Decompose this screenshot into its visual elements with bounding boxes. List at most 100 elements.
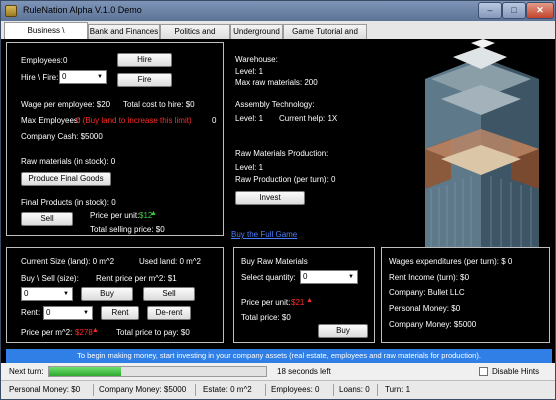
raw-price-value: $21 <box>291 298 305 307</box>
max-employees-hint: 0 (Buy land to increase this limit) <box>76 116 192 125</box>
tab-strip: Business \ Investments Bank and Finances… <box>1 21 555 50</box>
company-cash-text: Company Cash: $5000 <box>21 132 103 141</box>
assembly-heading: Assembly Technology: <box>235 100 315 109</box>
buy-full-game-link[interactable]: Buy the Full Game <box>231 230 297 239</box>
employees-value: 0 <box>63 56 68 65</box>
buy-sell-size-label: Buy \ Sell (size): <box>21 274 79 283</box>
land-current-size: Current Size (land): 0 m^2 <box>21 257 115 266</box>
finance-panel: Wages expenditures (per turn): $ 0 Rent … <box>381 247 550 343</box>
wage-text: Wage per employee: $20 <box>21 100 111 109</box>
raw-total-price: Total price: $0 <box>241 313 291 322</box>
land-used: Used land: 0 m^2 <box>139 257 202 266</box>
total-price-to-pay: Total price to pay: $0 <box>116 328 190 337</box>
status-turn: Turn: 1 <box>385 385 411 394</box>
assembly-current-help: Current help: 1X <box>279 114 338 123</box>
status-employees: Employees: 0 <box>271 385 320 394</box>
turn-progress-bar <box>48 366 267 377</box>
price-up-arrow-icon: ▲ <box>150 210 157 217</box>
employees-label: Employees: <box>21 56 63 65</box>
turn-timer-row: Next turn: 18 seconds left Disable Hints <box>1 363 555 380</box>
rent-value: 0 <box>46 308 51 317</box>
hire-fire-value: 0 <box>62 72 67 81</box>
price-per-m2-value: $278 <box>75 328 93 337</box>
window-title: RuleNation Alpha V.1.0 Demo <box>23 5 142 15</box>
invest-button[interactable]: Invest <box>235 191 305 205</box>
total-selling-price: Total selling price: $0 <box>90 225 165 234</box>
status-divider <box>195 384 196 396</box>
personal-money: Personal Money: $0 <box>389 304 461 313</box>
app-icon <box>5 5 17 17</box>
raw-price-label: Price per unit: <box>241 298 291 307</box>
chevron-down-icon: ▼ <box>63 291 69 297</box>
company-name: Company: Bullet LLC <box>389 288 465 297</box>
price-up-arrow-icon: ▲ <box>92 327 99 334</box>
tab-bank-finances[interactable]: Bank and Finances <box>88 24 160 39</box>
warehouse-max-raw: Max raw materials: 200 <box>235 78 318 87</box>
status-divider <box>93 384 94 396</box>
warehouse-level: Level: 1 <box>235 67 264 76</box>
warehouse-heading: Warehouse: <box>235 55 278 64</box>
fire-button[interactable]: Fire <box>117 73 172 87</box>
business-panel: Employees: 0 Hire Hire \ Fire: 0 ▼ Fire W… <box>1 39 555 345</box>
raw-production-per-turn: Raw Production (per turn): 0 <box>235 175 336 184</box>
status-loans: Loans: 0 <box>339 385 370 394</box>
chevron-down-icon: ▼ <box>97 74 103 80</box>
hire-fire-label: Hire \ Fire: <box>21 73 59 82</box>
skyscraper-image <box>425 39 539 271</box>
status-divider <box>333 384 334 396</box>
price-up-arrow-icon: ▲ <box>306 297 313 304</box>
sell-land-button[interactable]: Sell <box>143 287 195 301</box>
buy-raw-heading: Buy Raw Materials <box>241 257 308 266</box>
rent-combo[interactable]: 0 ▼ <box>43 306 93 320</box>
hire-button[interactable]: Hire <box>117 53 172 67</box>
app-window: RuleNation Alpha V.1.0 Demo – □ ✕ Busine… <box>0 0 556 400</box>
land-size-combo[interactable]: 0 ▼ <box>21 287 73 301</box>
hint-message: To begin making money, start investing i… <box>6 349 552 363</box>
status-bar: Personal Money: $0 Company Money: $5000 … <box>1 380 555 399</box>
rent-label: Rent: <box>21 308 41 317</box>
rent-button[interactable]: Rent <box>101 306 139 320</box>
price-per-m2-label: Price per m^2: <box>21 328 73 337</box>
status-company-money: Company Money: $5000 <box>99 385 187 394</box>
rent-income: Rent Income (turn): $0 <box>389 273 470 282</box>
max-employees-label: Max Employees: <box>21 116 81 125</box>
buy-land-button[interactable]: Buy <box>81 287 133 301</box>
tab-underground[interactable]: Underground <box>230 24 283 39</box>
close-button[interactable]: ✕ <box>526 2 554 19</box>
maximize-button[interactable]: □ <box>502 2 526 19</box>
tab-business-investments[interactable]: Business \ Investments <box>4 22 88 50</box>
status-personal-money: Personal Money: $0 <box>9 385 81 394</box>
disable-hints-checkbox[interactable] <box>479 367 488 376</box>
turn-progress-fill <box>49 367 121 376</box>
chevron-down-icon: ▼ <box>83 310 89 316</box>
produce-goods-button[interactable]: Produce Final Goods <box>21 172 111 186</box>
disable-hints-label: Disable Hints <box>492 367 540 376</box>
status-divider <box>265 384 266 396</box>
sell-products-button[interactable]: Sell <box>21 212 73 226</box>
assembly-level: Level: 1 <box>235 114 264 123</box>
rent-price-text: Rent price per m^2: $1 <box>96 274 177 283</box>
raw-production-level: Level: 1 <box>235 163 264 172</box>
staff-panel: Employees: 0 Hire Hire \ Fire: 0 ▼ Fire W… <box>6 42 224 236</box>
max-employees-value: 0 <box>212 116 217 125</box>
buy-raw-panel: Buy Raw Materials Select quantity: 0 ▼ Pr… <box>233 247 375 343</box>
chevron-down-icon: ▼ <box>348 274 354 280</box>
raw-quantity-combo[interactable]: 0 ▼ <box>300 270 358 284</box>
next-turn-label: Next turn: <box>9 367 44 376</box>
status-divider <box>377 384 378 396</box>
status-estate: Estate: 0 m^2 <box>203 385 252 394</box>
hire-fire-combo[interactable]: 0 ▼ <box>59 70 107 84</box>
raw-materials-stock: Raw materials (in stock): 0 <box>21 157 116 166</box>
buy-raw-button[interactable]: Buy <box>318 324 368 338</box>
title-bar[interactable]: RuleNation Alpha V.1.0 Demo – □ ✕ <box>1 1 555 21</box>
derent-button[interactable]: De-rent <box>147 306 191 320</box>
raw-production-heading: Raw Materials Production: <box>235 149 329 158</box>
price-per-unit-label: Price per unit: <box>90 211 140 220</box>
select-quantity-label: Select quantity: <box>241 273 296 282</box>
company-money: Company Money: $5000 <box>389 320 477 329</box>
land-size-value: 0 <box>24 289 29 298</box>
seconds-left: 18 seconds left <box>277 367 331 376</box>
tab-politics-military[interactable]: Politics and Military <box>160 24 230 49</box>
minimize-button[interactable]: – <box>478 2 502 19</box>
tab-tutorial-help[interactable]: Game Tutorial and Help <box>283 24 367 49</box>
